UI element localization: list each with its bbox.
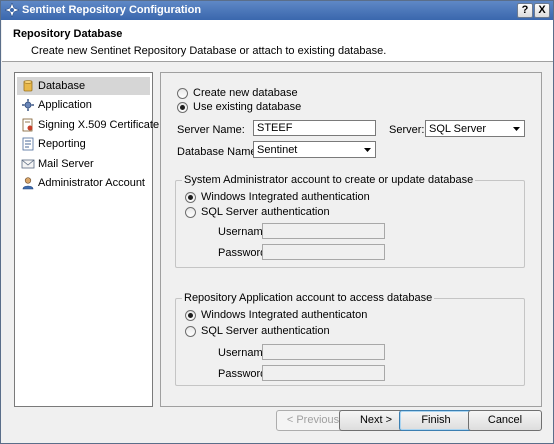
configuration-window: Sentinet Repository Configuration ? X Re… (0, 0, 554, 444)
server-name-label: Server Name: (177, 124, 245, 136)
create-new-label: Create new database (193, 87, 298, 99)
sidebar-item-label: Reporting (38, 138, 86, 150)
app-username-input[interactable] (262, 344, 385, 360)
close-button[interactable]: X (534, 3, 550, 18)
sysadmin-windows-label: Windows Integrated authentication (201, 191, 370, 203)
sidebar-nav: Database Application Signing X.509 Certi… (14, 72, 159, 407)
server-type-label: Server: (389, 124, 425, 136)
sidebar-item-label: Application (38, 99, 92, 111)
use-existing-label: Use existing database (193, 101, 302, 113)
cancel-button[interactable]: Cancel (468, 410, 542, 431)
radio-use-existing[interactable] (177, 102, 188, 113)
sidebar-item-certificate[interactable]: Signing X.509 Certificate (17, 116, 159, 134)
sidebar-item-mail-server[interactable]: Mail Server (17, 155, 150, 173)
chevron-down-icon[interactable] (510, 122, 523, 135)
database-icon (23, 80, 33, 92)
page-title: Repository Database (13, 28, 123, 40)
sysadmin-account-group: System Administrator account to create o… (175, 174, 525, 268)
radio-app-sql[interactable] (185, 326, 196, 337)
app-password-input[interactable] (262, 365, 385, 381)
application-icon (22, 99, 34, 111)
sysadmin-password-input[interactable] (262, 244, 385, 260)
finish-button[interactable]: Finish (399, 410, 473, 431)
sysadmin-sql-label: SQL Server authentication (201, 206, 330, 218)
app-account-group: Repository Application account to access… (175, 292, 525, 386)
title-bar[interactable]: Sentinet Repository Configuration ? X (1, 1, 553, 20)
mail-icon (21, 159, 35, 169)
radio-create-new[interactable] (177, 88, 188, 99)
app-windows-label: Windows Integrated authenticaton (201, 309, 368, 321)
chevron-down-icon[interactable] (361, 143, 374, 156)
server-name-input[interactable]: STEEF (253, 120, 376, 136)
app-group-title: Repository Application account to access… (182, 292, 435, 304)
window-title: Sentinet Repository Configuration (22, 4, 202, 16)
database-settings-panel: Create new database Use existing databas… (160, 72, 542, 407)
user-icon (22, 177, 34, 190)
database-name-label: Database Name: (177, 146, 260, 158)
radio-app-windows[interactable] (185, 310, 196, 321)
sidebar-item-reporting[interactable]: Reporting (17, 135, 150, 153)
page-header: Repository Database Create new Sentinet … (2, 20, 553, 62)
sidebar-item-label: Signing X.509 Certificate (38, 119, 160, 131)
database-name-value: Sentinet (257, 144, 298, 156)
radio-sysadmin-windows[interactable] (185, 192, 196, 203)
sidebar-item-label: Mail Server (38, 158, 94, 170)
sidebar-item-label: Administrator Account (38, 177, 145, 189)
page-subtitle: Create new Sentinet Repository Database … (31, 45, 387, 57)
sidebar-item-label: Database (38, 80, 86, 92)
help-button[interactable]: ? (517, 3, 533, 18)
server-type-select[interactable]: SQL Server (425, 120, 525, 137)
certificate-icon (22, 118, 33, 132)
sidebar-item-application[interactable]: Application (17, 96, 150, 114)
sysadmin-group-title: System Administrator account to create o… (182, 174, 476, 186)
sysadmin-username-input[interactable] (262, 223, 385, 239)
sentinet-app-icon (5, 3, 19, 17)
server-type-value: SQL Server (429, 123, 487, 135)
database-name-select[interactable]: Sentinet (253, 141, 376, 158)
reporting-icon (22, 137, 34, 151)
sidebar-item-database[interactable]: Database (17, 77, 150, 95)
sidebar-item-administrator[interactable]: Administrator Account (17, 174, 150, 192)
app-sql-label: SQL Server authentication (201, 325, 330, 337)
radio-sysadmin-sql[interactable] (185, 207, 196, 218)
